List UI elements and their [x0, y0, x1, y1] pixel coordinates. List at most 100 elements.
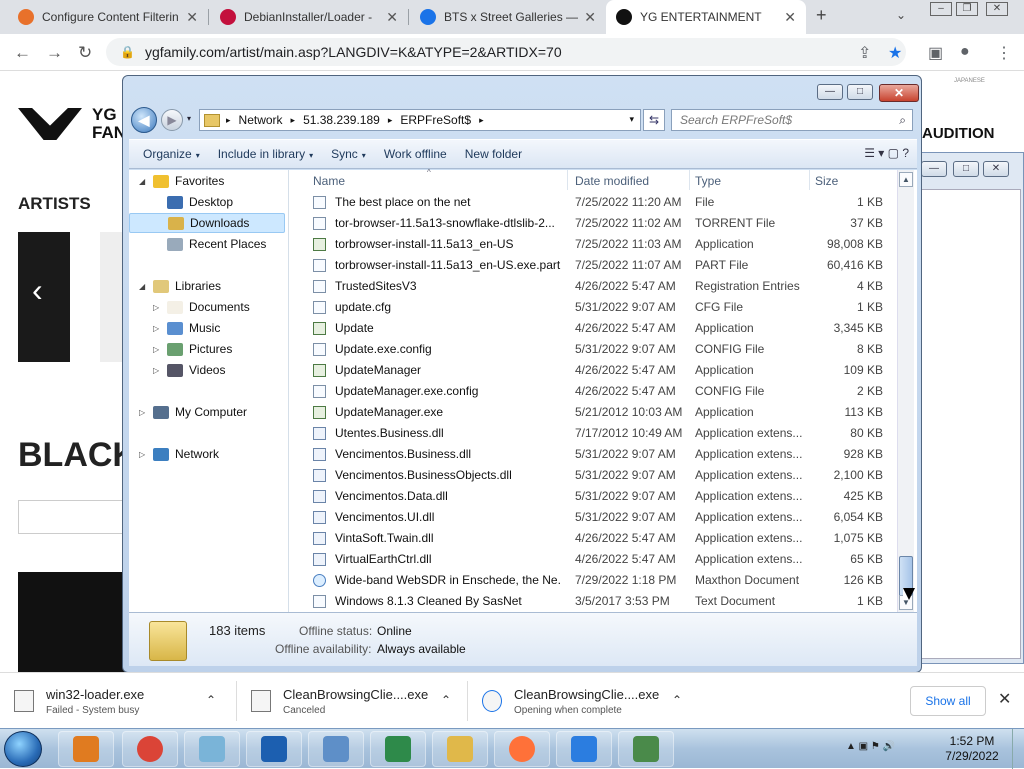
maximize-button[interactable]: □ [847, 84, 873, 100]
nav-item-videos[interactable]: ▷ Videos [129, 360, 287, 380]
address-bar[interactable]: 🔒 ygfamily.com/artist/main.asp?LANGDIV=K… [106, 38, 906, 66]
tab-debian-installer[interactable]: DebianInstaller/Loader - ✕ [210, 0, 408, 34]
nav-item-libraries[interactable]: ◢ Libraries [129, 276, 287, 296]
tab-search-chevron-icon[interactable]: ⌄ [896, 8, 906, 22]
column-divider[interactable] [689, 170, 690, 190]
expand-arrow-icon[interactable]: ▷ [139, 450, 149, 459]
expand-arrow-icon[interactable]: ▷ [153, 303, 163, 312]
address-breadcrumb[interactable]: ▸ Network ▸ 51.38.239.189 ▸ ERPFreSoft$ … [199, 109, 641, 131]
browser-menu-icon[interactable]: ⋮ [996, 43, 1012, 63]
taskbar-other-app-button[interactable] [618, 731, 674, 767]
tab-yg-entertainment[interactable]: YG ENTERTAINMENT ✕ [606, 0, 806, 34]
column-divider[interactable] [567, 170, 568, 190]
taskbar-downloader-button[interactable] [556, 731, 612, 767]
organize-button[interactable]: Organize ▾ [143, 147, 200, 161]
download-item[interactable]: CleanBrowsingClie....exe Opening when com… [468, 673, 704, 729]
expand-arrow-icon[interactable]: ▷ [153, 324, 163, 333]
tab-bts-street-galleries[interactable]: BTS x Street Galleries — ( ✕ [410, 0, 606, 34]
work-offline-button[interactable]: Work offline [384, 147, 447, 161]
taskbar-control-panel-button[interactable] [308, 731, 364, 767]
background-explorer-window[interactable]: — □ ✕ [918, 152, 1024, 664]
bg-maximize-button[interactable]: □ [953, 161, 979, 177]
tab-close-icon[interactable]: ✕ [386, 9, 398, 26]
nav-item-my-computer[interactable]: ▷ My Computer [129, 402, 287, 422]
download-options-chevron-icon[interactable]: ⌃ [672, 693, 682, 707]
nav-item-favorites[interactable]: ◢ Favorites [129, 171, 287, 191]
back-arrow-button[interactable]: ◀ [131, 107, 157, 133]
file-row[interactable]: UpdateManager 4/26/2022 5:47 AM Applicatio… [297, 360, 895, 381]
bg-close-button[interactable]: ✕ [983, 161, 1009, 177]
address-dropdown-icon[interactable]: ▾ [629, 114, 634, 125]
nav-item-pictures[interactable]: ▷ Pictures [129, 339, 287, 359]
file-row[interactable]: UpdateManager.exe.config 4/26/2022 5:47 A… [297, 381, 895, 402]
file-row[interactable]: Utentes.Business.dll 7/17/2012 10:49 AM Ap… [297, 423, 895, 444]
search-icon[interactable]: ⌕ [899, 113, 906, 128]
taskbar-firefox-button[interactable] [494, 731, 550, 767]
file-row[interactable]: The best place on the net 7/25/2022 11:20… [297, 192, 895, 213]
expand-arrow-icon[interactable]: ▷ [139, 408, 149, 417]
tab-close-icon[interactable]: ✕ [784, 9, 796, 26]
new-tab-button[interactable]: + [816, 5, 827, 26]
file-row[interactable]: Vencimentos.BusinessObjects.dll 5/31/2022… [297, 465, 895, 486]
file-row[interactable]: Vencimentos.UI.dll 5/31/2022 9:07 AM Appli… [297, 507, 895, 528]
search-input[interactable]: Search ERPFreSoft$ ⌕ [671, 109, 913, 131]
nav-item-desktop[interactable]: Desktop [129, 192, 287, 212]
nav-item-downloads[interactable]: Downloads [129, 213, 285, 233]
bookmark-star-icon[interactable]: ★ [888, 43, 902, 63]
profile-avatar-icon[interactable]: ● [960, 43, 970, 61]
file-row[interactable]: VintaSoft.Twain.dll 4/26/2022 5:47 AM Appl… [297, 528, 895, 549]
refresh-button[interactable]: ⇆ [643, 109, 665, 131]
close-button[interactable]: ✕ [879, 84, 919, 102]
expand-arrow-icon[interactable]: ▷ [153, 345, 163, 354]
start-button[interactable] [4, 731, 42, 767]
file-row[interactable]: VirtualEarthCtrl.dll 4/26/2022 5:47 AM App… [297, 549, 895, 570]
system-tray-icons[interactable]: ▲ ▣ ⚑ 🔊 [846, 741, 895, 752]
show-desktop-button[interactable] [1012, 729, 1024, 769]
breadcrumb-arrow-icon[interactable]: ▸ [291, 115, 296, 126]
tab-configure-content-filtering[interactable]: Configure Content Filterin ✕ [8, 0, 208, 34]
maximize-window-button[interactable]: ❐ [956, 2, 978, 16]
tab-close-icon[interactable]: ✕ [584, 9, 596, 26]
column-divider[interactable] [809, 170, 810, 190]
nav-item-music[interactable]: ▷ Music [129, 318, 287, 338]
view-options-icons[interactable]: ☰ ▾ ▢ ? [864, 146, 909, 160]
taskbar-maxthon-button[interactable] [246, 731, 302, 767]
file-row[interactable]: torbrowser-install-11.5a13_en-US.exe.par… [297, 255, 895, 276]
file-row[interactable]: update.cfg 5/31/2022 9:07 AM CFG File 1 KB [297, 297, 895, 318]
file-row[interactable]: Update.exe.config 5/31/2022 9:07 AM CONFIG… [297, 339, 895, 360]
reload-button[interactable]: ↻ [78, 43, 92, 63]
taskbar-explorer-button[interactable] [432, 731, 488, 767]
sync-button[interactable]: Sync ▾ [331, 147, 366, 161]
lock-icon[interactable]: 🔒 [120, 45, 135, 59]
breadcrumb-ip[interactable]: 51.38.239.189 [303, 113, 380, 127]
minimize-button[interactable]: — [817, 84, 843, 100]
file-row[interactable]: Update 4/26/2022 5:47 AM Application 3,345 … [297, 318, 895, 339]
taskbar-chrome-button[interactable] [122, 731, 178, 767]
share-icon[interactable]: ⇪ [858, 43, 871, 63]
new-folder-button[interactable]: New folder [465, 147, 522, 161]
nav-item-documents[interactable]: ▷ Documents [129, 297, 287, 317]
audition-link[interactable]: AUDITION [922, 125, 995, 142]
scroll-up-icon[interactable]: ▲ [899, 172, 913, 187]
back-button[interactable]: ← [14, 43, 31, 63]
expand-arrow-icon[interactable]: ◢ [139, 282, 149, 291]
side-panel-icon[interactable]: ▣ [928, 43, 943, 63]
page-input-box[interactable] [18, 500, 128, 534]
clock[interactable]: 1:52 PM 7/29/2022 [940, 734, 1004, 764]
breadcrumb-arrow-icon[interactable]: ▸ [226, 115, 231, 126]
include-in-library-button[interactable]: Include in library ▾ [218, 147, 313, 161]
language-japanese-link[interactable]: JAPANESE [954, 78, 985, 84]
breadcrumb-network[interactable]: Network [239, 113, 283, 127]
forward-arrow-button[interactable]: ▶ [161, 109, 183, 131]
breadcrumb-arrow-icon[interactable]: ▸ [388, 115, 393, 126]
show-all-button[interactable]: Show all [910, 686, 986, 716]
nav-item-recent-places[interactable]: Recent Places [129, 234, 287, 254]
file-row[interactable]: Windows 8.1.3 Cleaned By SasNet 3/5/2017 … [297, 591, 895, 612]
column-date-modified[interactable]: Date modified [575, 174, 649, 188]
breadcrumb-share[interactable]: ERPFreSoft$ [400, 113, 471, 127]
column-name[interactable]: Name [313, 174, 345, 188]
download-options-chevron-icon[interactable]: ⌃ [206, 693, 216, 707]
file-row[interactable]: Wide-band WebSDR in Enschede, the Ne... 7… [297, 570, 895, 591]
download-options-chevron-icon[interactable]: ⌃ [441, 693, 451, 707]
column-type[interactable]: Type [695, 174, 721, 188]
